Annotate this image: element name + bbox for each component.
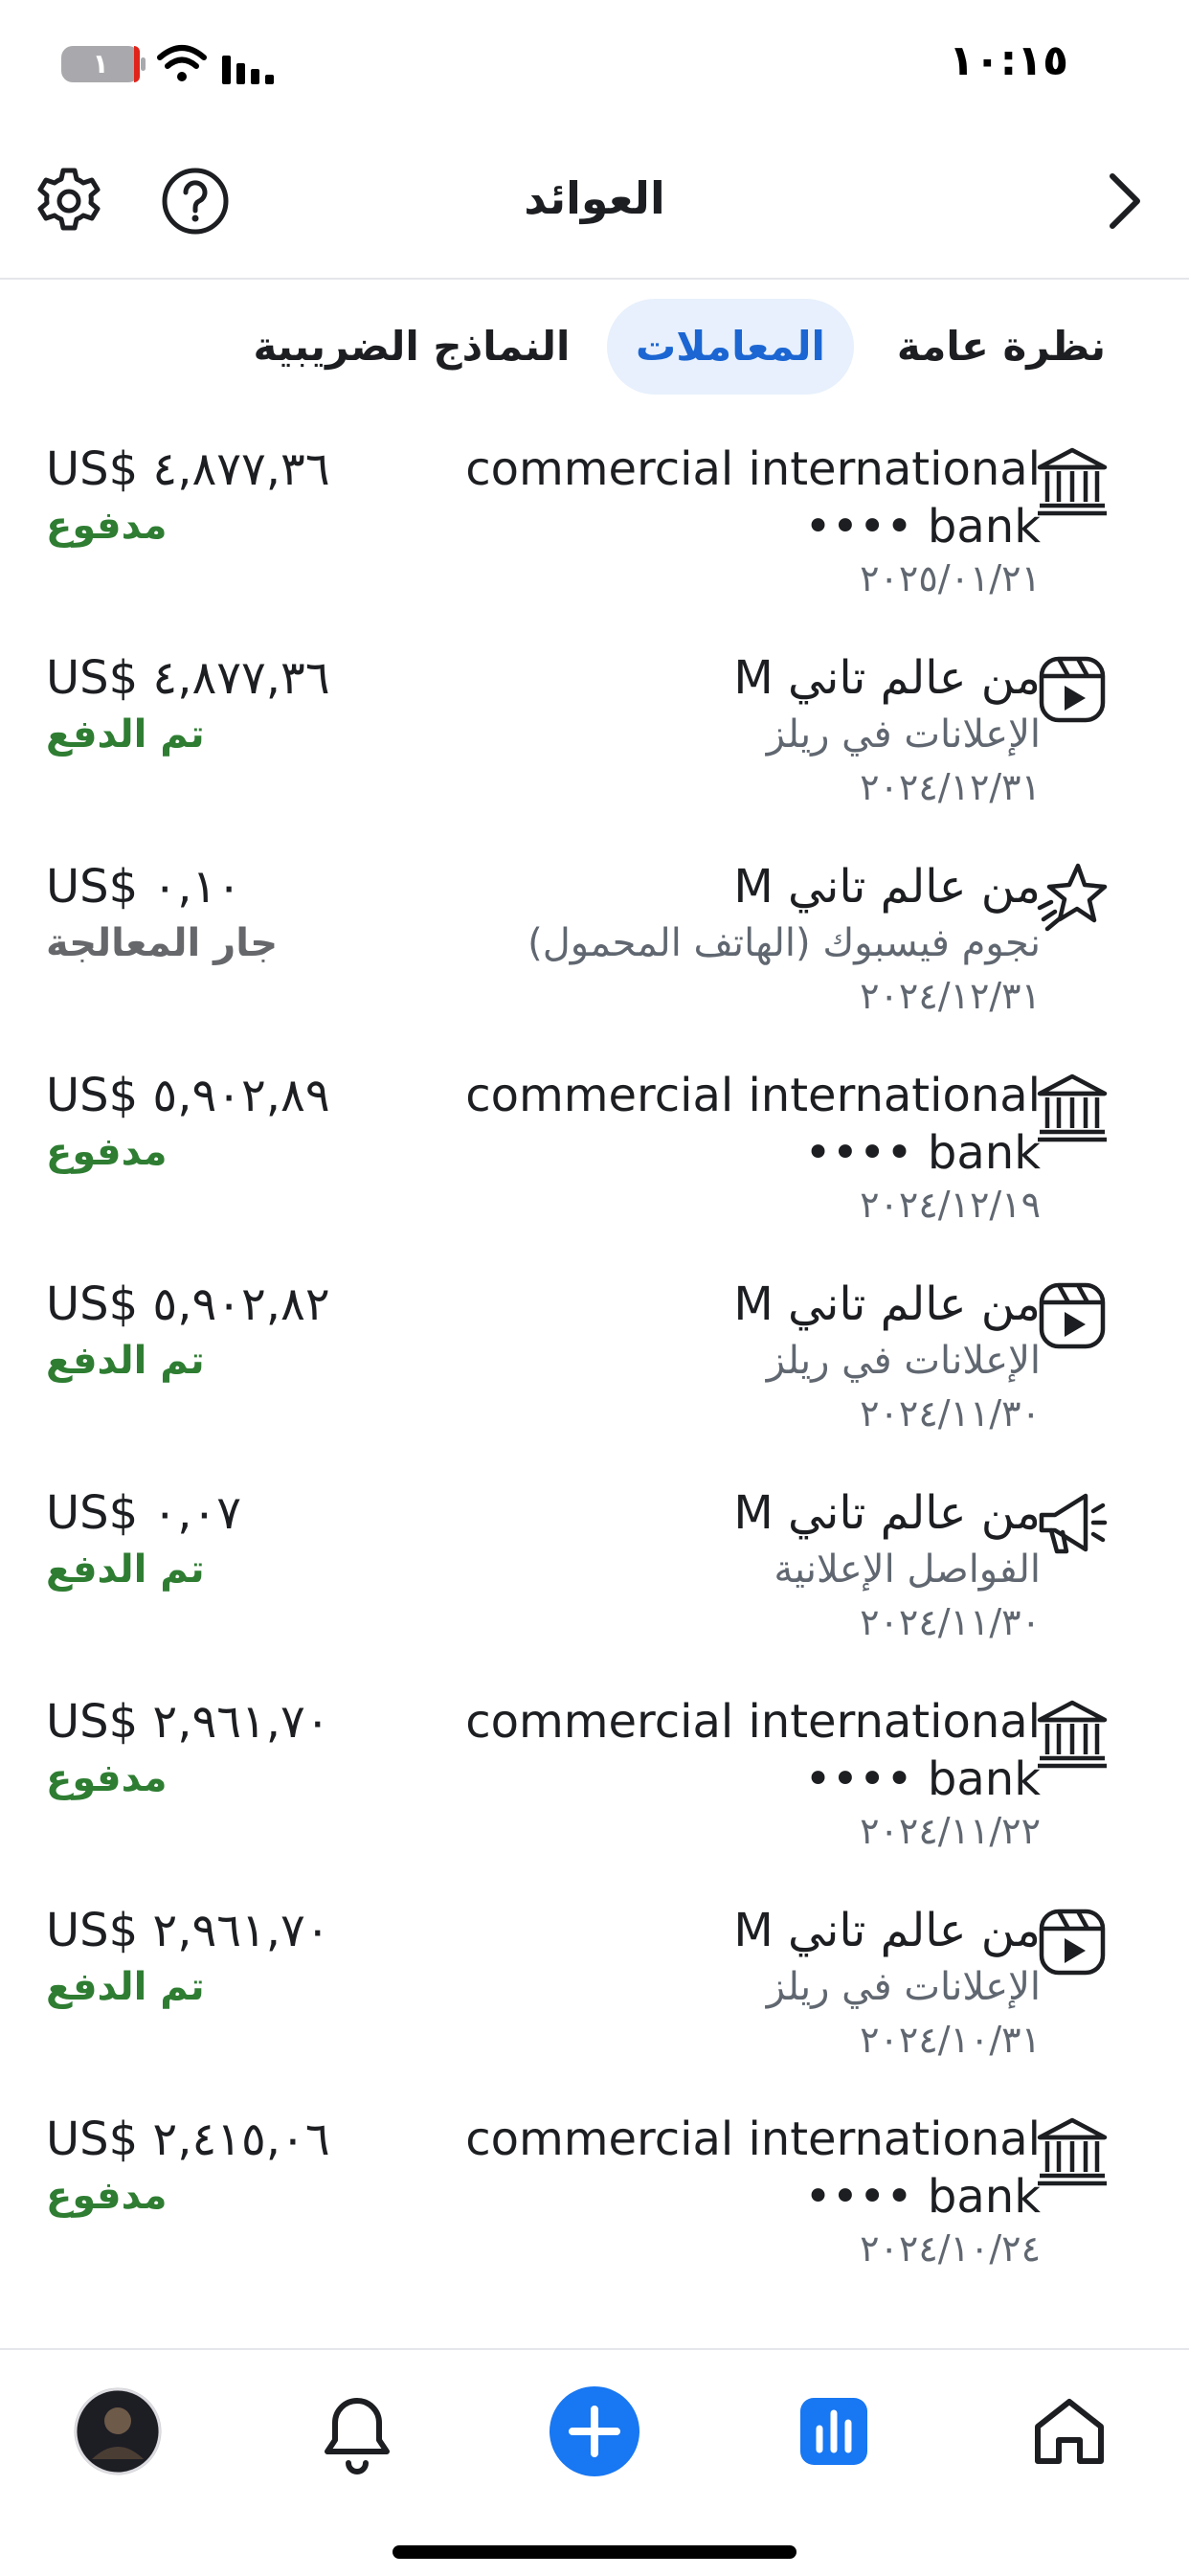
stars-icon xyxy=(1037,863,1108,932)
home-indicator xyxy=(393,2545,796,2559)
bank-icon xyxy=(1037,2117,1108,2186)
transaction-amount: US$ ٠,١٠ xyxy=(46,860,242,914)
transaction-amount: US$ ٢,٩٦١,٧٠ xyxy=(46,1695,330,1749)
transaction-row[interactable]: commercial international bank •••• ٢٠٢٤/… xyxy=(0,1664,1189,1873)
megaphone-icon xyxy=(1039,1493,1108,1554)
bank-icon xyxy=(1037,1700,1108,1769)
bank-icon xyxy=(1037,1073,1108,1142)
create-plus-icon[interactable] xyxy=(542,2379,647,2484)
reels-video-icon xyxy=(1039,656,1106,723)
bottom-nav xyxy=(0,2348,1189,2576)
transaction-row[interactable]: من عالم تاني M الإعلانات في ريلز ٢٠٢٤/١٢… xyxy=(0,621,1189,829)
transaction-row[interactable]: commercial international bank •••• ٢٠٢٤/… xyxy=(0,1038,1189,1247)
reels-video-icon xyxy=(1039,1282,1106,1349)
transaction-title: من عالم تاني M xyxy=(733,1277,1041,1331)
transaction-subtitle: نجوم فيسبوك (الهاتف المحمول) xyxy=(527,921,1041,965)
professional-dashboard-icon[interactable] xyxy=(781,2379,886,2484)
transaction-amount: US$ ٢,٩٦١,٧٠ xyxy=(46,1904,330,1957)
transaction-subtitle: الإعلانات في ريلز xyxy=(766,1339,1041,1383)
transaction-title: من عالم تاني M xyxy=(733,1486,1041,1540)
transaction-date: ٢٠٢٤/١٢/١٩ xyxy=(860,1184,1041,1226)
status-badge: جار المعالجة xyxy=(46,921,279,965)
transaction-amount: US$ ٥,٩٠٢,٨٢ xyxy=(46,1277,330,1331)
cellular-signal-icon xyxy=(222,56,274,84)
transaction-date: ٢٠٢٤/١٢/٣١ xyxy=(860,766,1041,808)
status-time: ١٠:١٥ xyxy=(948,36,1068,85)
transaction-title: commercial international bank •••• xyxy=(465,2113,1041,2224)
transaction-date: ٢٠٢٤/١٠/٣١ xyxy=(860,2019,1041,2061)
transaction-amount: US$ ٢,٤١٥,٠٦ xyxy=(46,2113,330,2166)
home-icon[interactable] xyxy=(1017,2379,1122,2484)
transaction-row[interactable]: من عالم تاني M الفواصل الإعلانية ٢٠٢٤/١١… xyxy=(0,1456,1189,1664)
transaction-date: ٢٠٢٤/١١/٣٠ xyxy=(860,1601,1041,1643)
status-badge: مدفوع xyxy=(46,504,168,548)
transaction-row[interactable]: commercial international bank •••• ٢٠٢٤/… xyxy=(0,2082,1189,2291)
transaction-amount: US$ ٠,٠٧ xyxy=(46,1486,242,1540)
tab-bar: نظرة عامة المعاملات النماذج الضريبية xyxy=(0,297,1189,402)
status-badge: مدفوع xyxy=(46,1130,168,1174)
tab-transactions[interactable]: المعاملات xyxy=(607,299,854,395)
transaction-row[interactable]: من عالم تاني M نجوم فيسبوك (الهاتف المحم… xyxy=(0,829,1189,1038)
transaction-date: ٢٠٢٥/٠١/٢١ xyxy=(860,557,1041,599)
transaction-date: ٢٠٢٤/١١/٣٠ xyxy=(860,1392,1041,1435)
transaction-date: ٢٠٢٤/١١/٢٢ xyxy=(860,1810,1041,1852)
battery-icon: ١ xyxy=(61,46,146,82)
status-badge: تم الدفع xyxy=(46,712,205,757)
status-bar: ١ ١٠:١٥ xyxy=(0,0,1189,124)
transaction-subtitle: الفواصل الإعلانية xyxy=(774,1548,1041,1592)
transaction-title: commercial international bank •••• xyxy=(465,1695,1041,1806)
transaction-title: من عالم تاني M xyxy=(733,651,1041,705)
transaction-amount: US$ ٥,٩٠٢,٨٩ xyxy=(46,1069,330,1122)
status-badge: مدفوع xyxy=(46,1756,168,1800)
profile-avatar-icon[interactable] xyxy=(65,2379,170,2484)
status-badge: تم الدفع xyxy=(46,1548,205,1592)
transaction-title: commercial international bank •••• xyxy=(465,1069,1041,1180)
tab-tax-forms[interactable]: النماذج الضريبية xyxy=(249,299,574,395)
battery-level: ١ xyxy=(92,48,109,79)
transaction-subtitle: الإعلانات في ريلز xyxy=(766,1965,1041,2009)
notifications-bell-icon[interactable] xyxy=(304,2379,410,2484)
transaction-title: من عالم تاني M xyxy=(733,1904,1041,1957)
transaction-row[interactable]: من عالم تاني M الإعلانات في ريلز ٢٠٢٤/١٠… xyxy=(0,1873,1189,2082)
wifi-icon xyxy=(157,45,207,81)
transaction-row[interactable]: من عالم تاني M الإعلانات في ريلز ٢٠٢٤/١١… xyxy=(0,1247,1189,1456)
bank-icon xyxy=(1037,447,1108,516)
transaction-amount: US$ ٤,٨٧٧,٣٦ xyxy=(46,651,330,705)
status-badge: تم الدفع xyxy=(46,1339,205,1383)
transaction-row[interactable]: commercial international bank •••• ٢٠٢٥/… xyxy=(0,412,1189,621)
tab-overview[interactable]: نظرة عامة xyxy=(896,299,1107,395)
transaction-amount: US$ ٤,٨٧٧,٣٦ xyxy=(46,442,330,496)
transaction-subtitle: الإعلانات في ريلز xyxy=(766,712,1041,757)
top-bar: العوائد xyxy=(0,134,1189,280)
transaction-date: ٢٠٢٤/١٠/٢٤ xyxy=(860,2227,1041,2270)
status-badge: مدفوع xyxy=(46,2174,168,2218)
transaction-date: ٢٠٢٤/١٢/٣١ xyxy=(860,975,1041,1017)
status-badge: تم الدفع xyxy=(46,1965,205,2009)
transaction-title: من عالم تاني M xyxy=(733,860,1041,914)
chevron-right-icon[interactable] xyxy=(1084,163,1160,239)
page-title: العوائد xyxy=(524,172,665,224)
reels-video-icon xyxy=(1039,1909,1106,1976)
transaction-title: commercial international bank •••• xyxy=(465,442,1041,554)
